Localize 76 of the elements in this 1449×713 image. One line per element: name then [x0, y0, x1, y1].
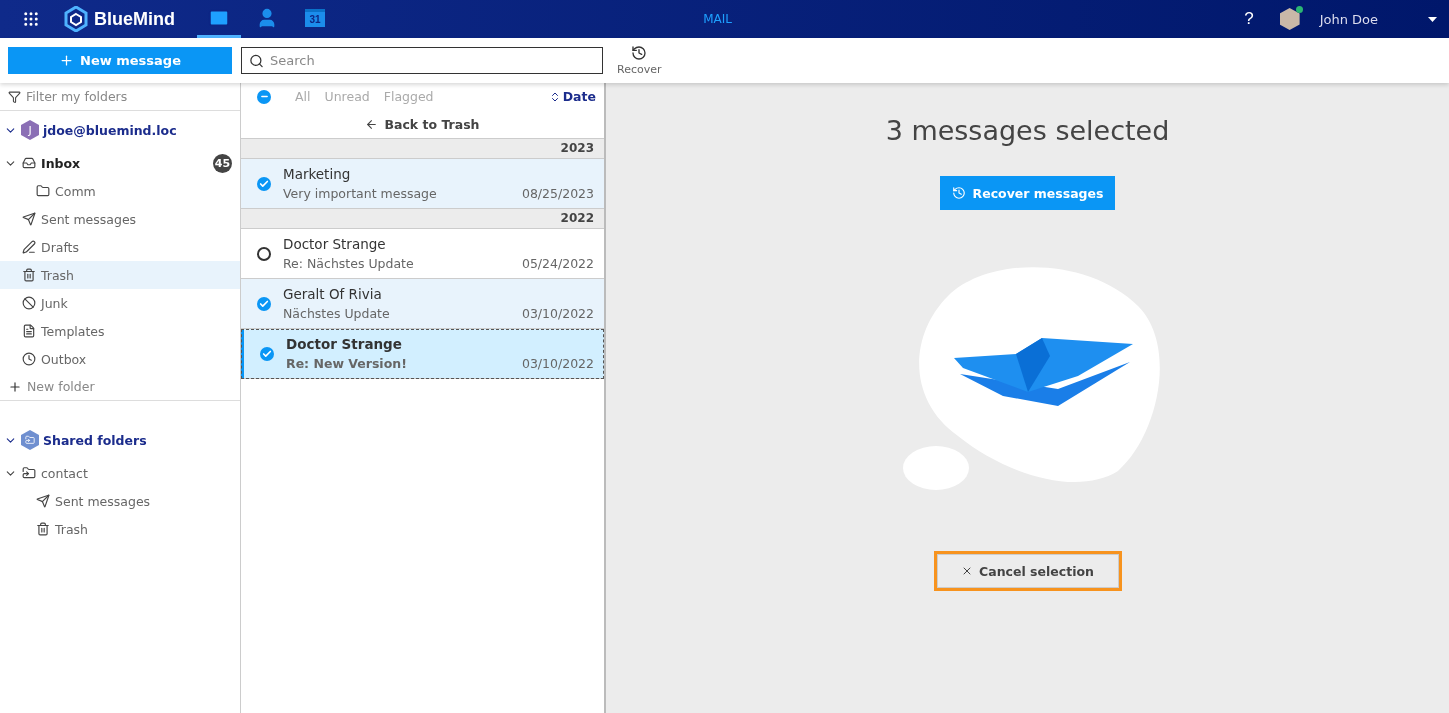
folder-item[interactable]: Drafts	[0, 233, 240, 261]
message-sender: Doctor Strange	[283, 236, 387, 252]
year-header: 2023	[241, 139, 604, 159]
cancel-selection-button[interactable]: Cancel selection	[933, 551, 1122, 591]
check-icon	[259, 298, 269, 309]
recover-button[interactable]: Recover	[611, 44, 668, 77]
sent-folder-icon	[22, 212, 36, 226]
message-date: 03/10/2022	[521, 306, 594, 321]
folder-item[interactable]: Outbox	[0, 345, 240, 373]
new-folder-button[interactable]: New folder	[0, 373, 240, 401]
section-title: MAIL	[703, 12, 732, 26]
shared-folders-title[interactable]: Shared folders	[43, 432, 147, 448]
folder-item[interactable]: contact	[0, 459, 240, 487]
plus-icon	[8, 379, 22, 394]
folder-item[interactable]: Trash	[0, 261, 240, 289]
message-date: 08/25/2023	[521, 186, 594, 201]
message-checkbox[interactable]	[257, 176, 271, 191]
check-icon	[259, 178, 269, 189]
message-item[interactable]: Doctor Strange Re: New Version! 03/10/2022	[241, 329, 604, 379]
folder-item[interactable]: Templates	[0, 317, 240, 345]
message-checkbox[interactable]	[260, 346, 274, 361]
new-message-button[interactable]: New message	[8, 47, 232, 74]
app-grid-icon[interactable]	[22, 10, 40, 28]
message-checkbox[interactable]	[257, 296, 271, 311]
message-checkbox[interactable]	[257, 246, 271, 261]
sort-button[interactable]: Date	[548, 89, 596, 104]
message-subject: Very important message	[283, 186, 438, 201]
sent-folder-icon	[36, 494, 50, 508]
folder-item[interactable]: Junk	[0, 289, 240, 317]
message-item[interactable]: Geralt Of Rivia Nächstes Update 03/10/2022	[241, 279, 604, 329]
message-subject: Nächstes Update	[283, 306, 391, 321]
outbox-folder-icon	[22, 352, 36, 366]
user-menu[interactable]: John Doe	[1319, 11, 1449, 27]
message-subject: Re: Nächstes Update	[283, 256, 415, 271]
search-field[interactable]: Search	[241, 47, 603, 74]
shared-folders-icon	[21, 430, 39, 450]
folder-item[interactable]: Inbox 45	[0, 149, 240, 177]
message-item[interactable]: Marketing Very important message 08/25/2023	[241, 159, 604, 209]
message-date: 05/24/2022	[521, 256, 594, 271]
unread-count: 45	[213, 153, 232, 173]
folder-folder-icon	[36, 184, 50, 198]
message-sender: Geralt Of Rivia	[283, 286, 383, 302]
check-icon	[262, 348, 272, 359]
plus-icon	[59, 53, 74, 68]
drafts-folder-icon	[22, 240, 36, 254]
filter-icon	[8, 90, 21, 103]
history-icon	[951, 186, 966, 200]
year-header: 2022	[241, 209, 604, 229]
folder-item[interactable]: Sent messages	[0, 487, 240, 515]
caret-icon	[1428, 16, 1437, 22]
recover-messages-button[interactable]: Recover messages	[939, 176, 1116, 210]
search-icon	[249, 53, 264, 68]
bluemind-logo: BlueMind	[64, 6, 175, 32]
selection-title: 3 messages selected	[885, 115, 1170, 146]
arrow-left-icon	[365, 117, 379, 131]
select-all-checkbox[interactable]	[257, 89, 271, 104]
message-subject: Re: New Version!	[286, 356, 408, 371]
message-date: 03/10/2022	[521, 356, 594, 371]
message-sender: Doctor Strange	[286, 336, 403, 352]
templates-folder-icon	[22, 324, 36, 338]
calendar-app-tab[interactable]: 31	[293, 0, 337, 38]
account-avatar: J	[21, 120, 39, 140]
inbox-folder-icon	[22, 156, 36, 170]
calendar-icon: 31	[305, 8, 325, 27]
folder-item[interactable]: Comm	[0, 177, 240, 205]
folder-item[interactable]: Trash	[0, 515, 240, 543]
message-sender: Marketing	[283, 166, 352, 182]
history-icon	[631, 45, 648, 61]
folder-item[interactable]: Sent messages	[0, 205, 240, 233]
help-button[interactable]: ?	[1238, 8, 1260, 30]
trash-folder-icon	[22, 268, 36, 282]
trash-folder-icon	[36, 522, 50, 536]
junk-folder-icon	[22, 296, 36, 310]
shared-folder-icon	[22, 466, 36, 480]
account-name[interactable]: jdoe@bluemind.loc	[43, 122, 177, 138]
user-avatar	[1279, 8, 1300, 30]
